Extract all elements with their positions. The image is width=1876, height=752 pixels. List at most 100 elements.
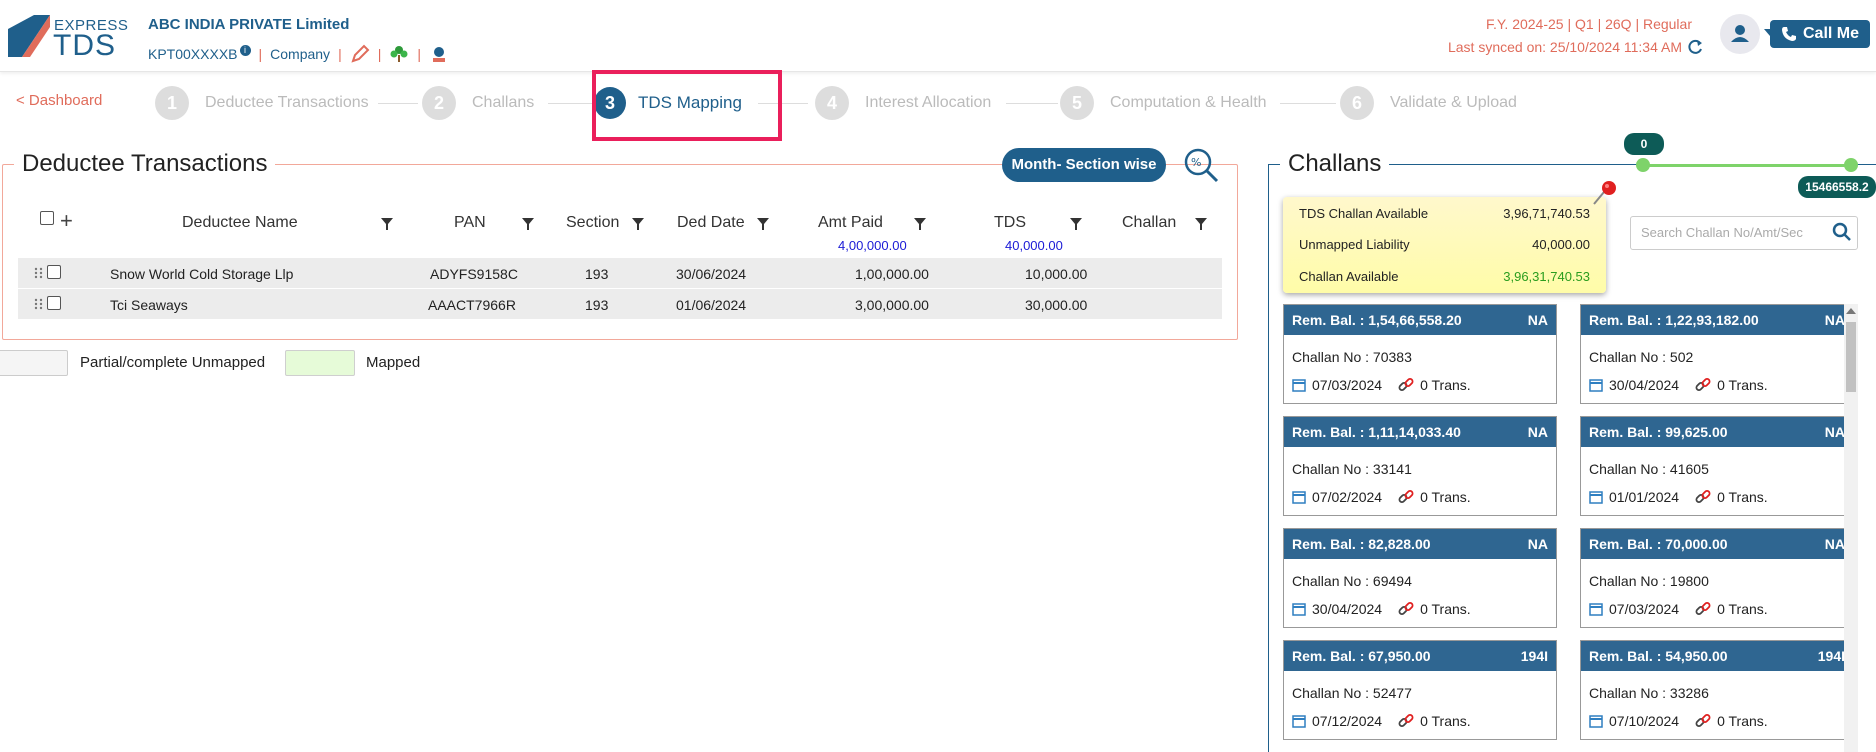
select-all-checkbox[interactable]: [40, 211, 54, 225]
slider-min-handle[interactable]: [1636, 158, 1650, 172]
scroll-up-arrow-icon[interactable]: [1846, 308, 1856, 314]
cell-tds: 10,000.00: [1025, 266, 1088, 282]
step-connector: [548, 103, 594, 104]
summary-value: 40,000.00: [1532, 237, 1590, 252]
amount-range-slider[interactable]: [1643, 164, 1851, 167]
challan-search-input[interactable]: Search Challan No/Amt/Sec: [1630, 216, 1858, 250]
summary-label: Unmapped Liability: [1299, 237, 1410, 252]
row-checkbox[interactable]: [47, 296, 61, 310]
challan-card[interactable]: Rem. Bal. : 99,625.00 NA Challan No : 41…: [1580, 416, 1854, 516]
edit-icon[interactable]: [350, 44, 370, 64]
link-icon[interactable]: [1398, 377, 1414, 393]
link-icon[interactable]: [1398, 601, 1414, 617]
cell-pan: AAACT7966R: [428, 297, 516, 313]
step-challans[interactable]: 2 Challans: [422, 86, 534, 120]
filter-icon[interactable]: [521, 217, 535, 231]
cell-pan: ADYFS9158C: [430, 266, 518, 282]
express-tds-logo[interactable]: EXPRESS TDS: [8, 15, 128, 62]
challan-card[interactable]: Rem. Bal. : 1,22,93,182.00 NA Challan No…: [1580, 304, 1854, 404]
filter-icon[interactable]: [380, 217, 394, 231]
user-avatar[interactable]: [1720, 14, 1760, 54]
logo-mark-icon: [8, 15, 50, 57]
drag-handle-icon[interactable]: [34, 298, 44, 310]
link-icon[interactable]: [1398, 713, 1414, 729]
link-icon[interactable]: [1695, 377, 1711, 393]
add-icon[interactable]: +: [60, 208, 73, 234]
legend-label-unmapped: Partial/complete Unmapped: [80, 354, 266, 371]
company-name: ABC INDIA PRIVATE Limited: [148, 16, 350, 33]
cell-deductee-name: Snow World Cold Storage Llp: [110, 266, 294, 282]
search-icon[interactable]: [1832, 222, 1852, 242]
sync-icon[interactable]: [1686, 38, 1704, 56]
cell-deductee-name: Tci Seaways: [110, 297, 188, 313]
cell-amt-paid: 3,00,000.00: [855, 297, 929, 313]
challan-card-header: Rem. Bal. : 82,828.00 NA: [1284, 529, 1556, 559]
link-icon[interactable]: [1695, 713, 1711, 729]
dashboard-back-link[interactable]: < Dashboard: [16, 92, 102, 109]
challan-card-header: Rem. Bal. : 70,000.00 NA: [1581, 529, 1853, 559]
award-icon[interactable]: [429, 44, 449, 64]
step-number: 5: [1060, 86, 1094, 120]
info-icon[interactable]: i: [239, 44, 251, 56]
percent-search-icon[interactable]: %: [1182, 146, 1220, 184]
scrollbar-thumb[interactable]: [1846, 322, 1856, 392]
challan-number: Challan No : 52477: [1292, 685, 1412, 701]
app-header: EXPRESS TDS ABC INDIA PRIVATE Limited KP…: [0, 0, 1876, 72]
col-section: Section: [566, 214, 620, 231]
filter-icon[interactable]: [631, 217, 645, 231]
step-label: Validate & Upload: [1390, 94, 1517, 111]
challan-card[interactable]: Rem. Bal. : 1,11,14,033.40 NA Challan No…: [1283, 416, 1557, 516]
step-interest-allocation[interactable]: 4 Interest Allocation: [815, 86, 991, 120]
pin-icon[interactable]: [1590, 178, 1620, 208]
challan-card-header: Rem. Bal. : 1,54,66,558.20 NA: [1284, 305, 1556, 335]
challan-card[interactable]: Rem. Bal. : 67,950.00 194I Challan No : …: [1283, 640, 1557, 740]
challan-date: 30/04/2024: [1312, 601, 1383, 617]
summary-row: Challan Available 3,96,31,740.53: [1299, 269, 1590, 284]
month-section-wise-button[interactable]: Month- Section wise: [1002, 148, 1166, 182]
row-checkbox[interactable]: [47, 265, 61, 279]
challan-card[interactable]: Rem. Bal. : 70,000.00 NA Challan No : 19…: [1580, 528, 1854, 628]
challan-card-header: Rem. Bal. : 1,11,14,033.40 NA: [1284, 417, 1556, 447]
cell-ded-date: 01/06/2024: [676, 297, 747, 313]
challan-section: NA: [1527, 424, 1548, 440]
slider-min-label: 0: [1624, 133, 1664, 155]
link-icon[interactable]: [1695, 601, 1711, 617]
challan-card[interactable]: Rem. Bal. : 82,828.00 NA Challan No : 69…: [1283, 528, 1557, 628]
remaining-balance: Rem. Bal. : 1,11,14,033.40: [1292, 424, 1461, 440]
step-computation-health[interactable]: 5 Computation & Health: [1060, 86, 1267, 120]
challan-card-header: Rem. Bal. : 67,950.00 194I: [1284, 641, 1556, 671]
summary-row: TDS Challan Available 3,96,71,740.53: [1299, 206, 1590, 221]
summary-value: 3,96,31,740.53: [1503, 269, 1590, 284]
challan-card[interactable]: Rem. Bal. : 1,54,66,558.20 NA Challan No…: [1283, 304, 1557, 404]
filter-icon[interactable]: [1069, 217, 1083, 231]
filter-icon[interactable]: [756, 217, 770, 231]
separator: |: [338, 46, 342, 62]
cell-ded-date: 30/06/2024: [676, 266, 747, 282]
separator: |: [258, 46, 263, 62]
tree-icon[interactable]: [389, 44, 409, 64]
svg-text:%: %: [1191, 156, 1201, 169]
legend-swatch-mapped: [285, 350, 355, 376]
col-ded-date: Ded Date: [677, 214, 745, 231]
remaining-balance: Rem. Bal. : 54,950.00: [1589, 648, 1728, 664]
transaction-count: 0 Trans.: [1717, 377, 1768, 393]
challan-card[interactable]: Rem. Bal. : 54,950.00 194I Challan No : …: [1580, 640, 1854, 740]
transaction-count: 0 Trans.: [1420, 601, 1471, 617]
filter-icon[interactable]: [1194, 217, 1208, 231]
step-number: 6: [1340, 86, 1374, 120]
slider-max-handle[interactable]: [1844, 158, 1858, 172]
challan-meta: 30/04/2024 0 Trans.: [1589, 377, 1768, 393]
step-validate-upload[interactable]: 6 Validate & Upload: [1340, 86, 1517, 120]
link-icon[interactable]: [1398, 489, 1414, 505]
user-icon: [1731, 25, 1749, 42]
call-me-button[interactable]: Call Me: [1770, 20, 1870, 48]
remaining-balance: Rem. Bal. : 67,950.00: [1292, 648, 1431, 664]
step-deductee-transactions[interactable]: 1 Deductee Transactions: [155, 86, 369, 120]
filter-icon[interactable]: [913, 217, 927, 231]
challan-meta: 07/03/2024 0 Trans.: [1292, 377, 1471, 393]
challan-date: 01/01/2024: [1609, 489, 1680, 505]
challan-section: NA: [1824, 312, 1845, 328]
calendar-icon: [1589, 603, 1603, 616]
link-icon[interactable]: [1695, 489, 1711, 505]
drag-handle-icon[interactable]: [34, 267, 44, 279]
